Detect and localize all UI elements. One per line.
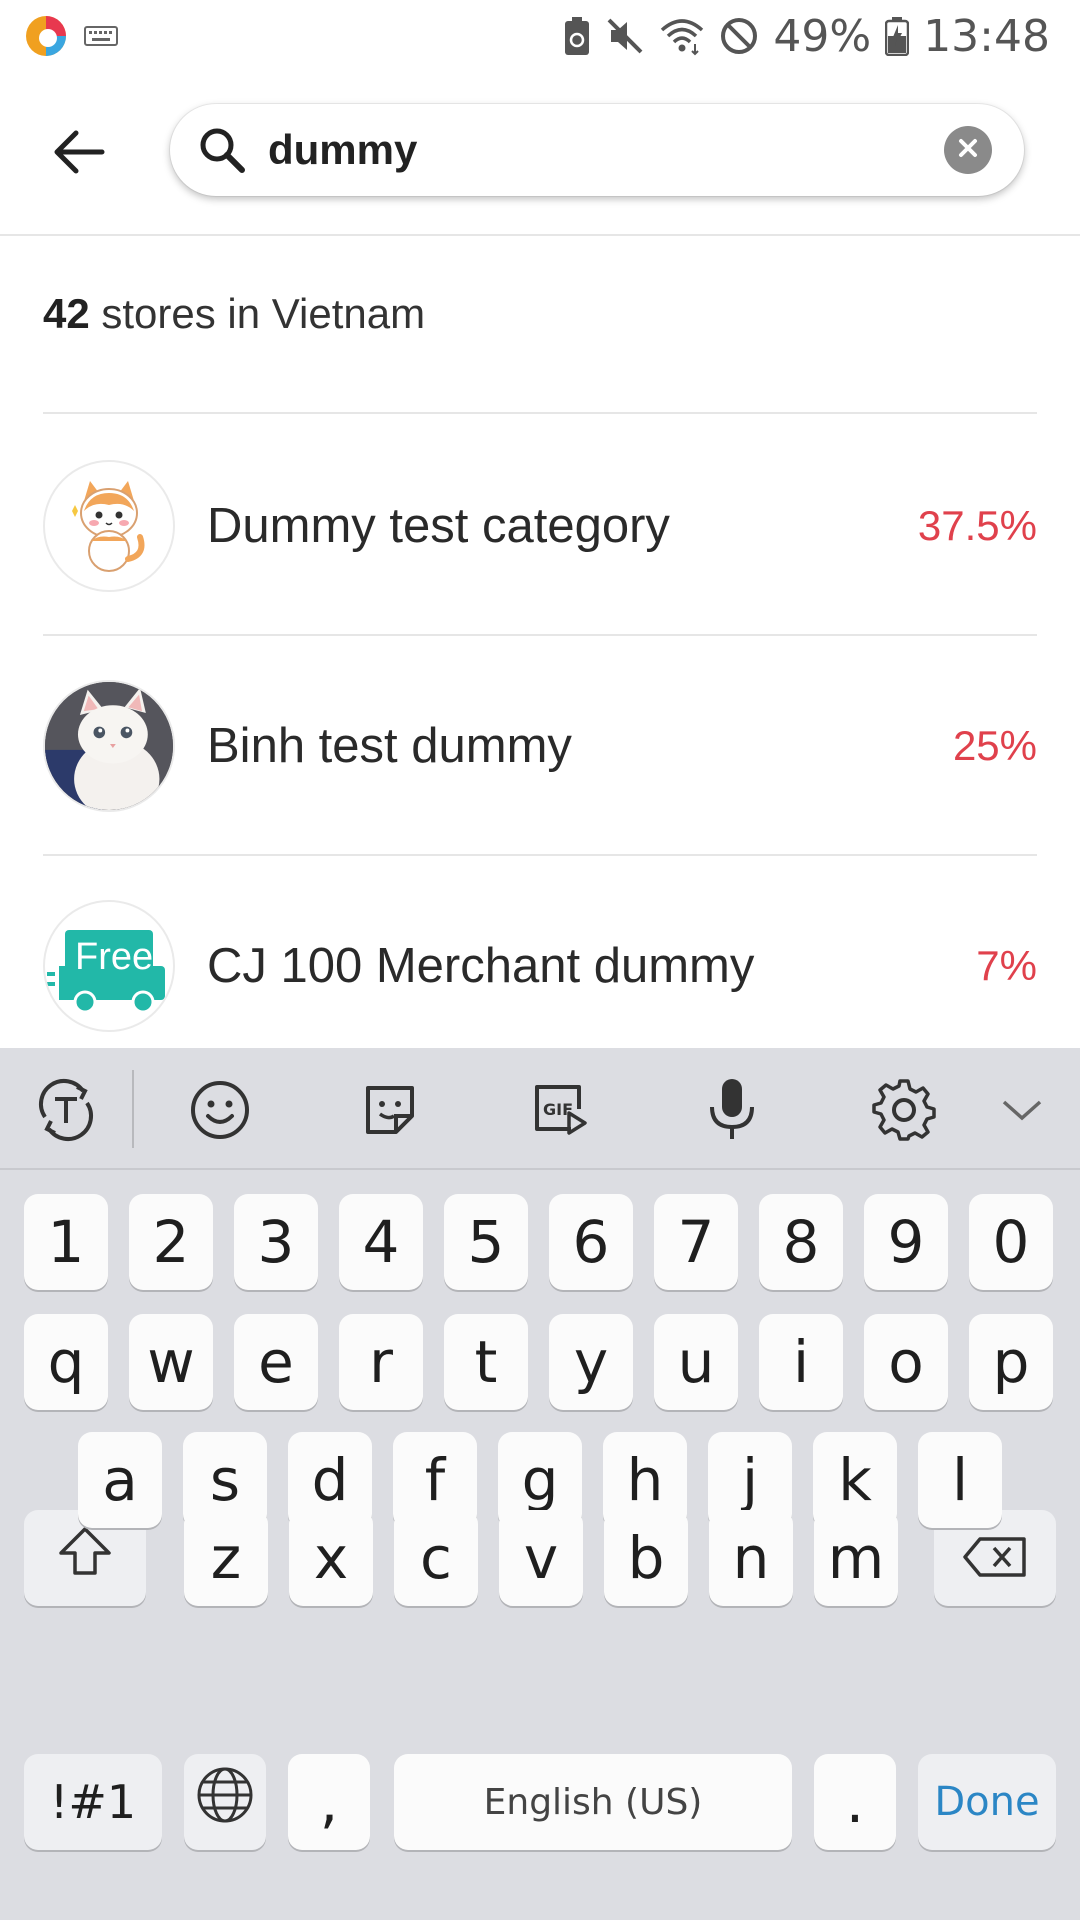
emoji-button[interactable]: [180, 1072, 260, 1152]
clear-search-button[interactable]: [944, 126, 992, 174]
key-z[interactable]: z: [184, 1510, 268, 1606]
key-p[interactable]: p: [969, 1314, 1053, 1410]
results-count: 42 stores in Vietnam: [43, 290, 425, 338]
voice-input-button[interactable]: [692, 1072, 772, 1152]
search-bar[interactable]: [170, 104, 1024, 196]
close-icon: [957, 137, 979, 164]
cashback-rate: 37.5%: [917, 502, 1037, 549]
key-i[interactable]: i: [759, 1314, 843, 1410]
key-m[interactable]: m: [814, 1510, 898, 1606]
store-row-binh-test-dummy[interactable]: Binh test dummy 25%: [43, 636, 1037, 856]
key-9[interactable]: 9: [864, 1194, 948, 1290]
soft-keyboard: GIF !#1 , English (US) . Done 1 2 3 4 5 …: [0, 1048, 1080, 1920]
store-row-dummy-test-category[interactable]: Dummy test category 37.5%: [43, 416, 1037, 636]
emoji-icon: [188, 1078, 252, 1147]
key-0[interactable]: 0: [969, 1194, 1053, 1290]
battery-saver-icon: [563, 16, 591, 56]
store-row-cj-100-merchant-dummy[interactable]: Free CJ 100 Merchant dummy 7%: [43, 856, 1037, 1076]
key-w[interactable]: w: [129, 1314, 213, 1410]
globe-icon: [195, 1765, 255, 1839]
divider: [43, 412, 1037, 414]
arrow-left-icon: [52, 129, 106, 180]
comma-key[interactable]: ,: [288, 1754, 370, 1850]
store-name: Dummy test category: [207, 499, 670, 553]
period-key[interactable]: .: [814, 1754, 896, 1850]
microphone-icon: [705, 1077, 759, 1148]
mute-icon: [605, 16, 645, 56]
sticker-button[interactable]: [350, 1072, 430, 1152]
key-5[interactable]: 5: [444, 1194, 528, 1290]
key-o[interactable]: o: [864, 1314, 948, 1410]
key-l[interactable]: l: [918, 1432, 1002, 1528]
keyboard-settings-button[interactable]: [864, 1072, 944, 1152]
cashback-rate: 25%: [952, 722, 1037, 769]
key-v[interactable]: v: [499, 1510, 583, 1606]
cashback-rate: 7%: [976, 942, 1037, 989]
key-b[interactable]: b: [604, 1510, 688, 1606]
key-u[interactable]: u: [654, 1314, 738, 1410]
battery-icon: [885, 16, 910, 56]
key-r[interactable]: r: [339, 1314, 423, 1410]
white-kitten-photo: [43, 680, 175, 812]
wifi-icon: [659, 16, 705, 56]
search-icon: [196, 124, 248, 181]
gif-button[interactable]: GIF: [520, 1072, 600, 1152]
language-key[interactable]: [184, 1754, 266, 1850]
sticker-icon: [360, 1080, 420, 1145]
key-c[interactable]: c: [394, 1510, 478, 1606]
key-8[interactable]: 8: [759, 1194, 843, 1290]
free-badge-text: Free: [75, 936, 154, 978]
toolbar-separator: [132, 1070, 134, 1148]
cat-cartoon-logo: [43, 460, 175, 592]
store-name: CJ 100 Merchant dummy: [207, 939, 755, 993]
backspace-icon: [962, 1524, 1028, 1592]
text-translate-icon: [33, 1077, 99, 1148]
clock: 13:48: [923, 10, 1050, 62]
collapse-keyboard-button[interactable]: [982, 1072, 1062, 1152]
done-key[interactable]: Done: [918, 1754, 1056, 1850]
gif-icon: GIF: [529, 1079, 591, 1146]
chevron-down-icon: [1000, 1096, 1044, 1129]
results-count-number: 42: [43, 290, 90, 337]
key-3[interactable]: 3: [234, 1194, 318, 1290]
do-not-disturb-icon: [719, 16, 759, 56]
search-header: [0, 72, 1080, 236]
results-count-label: stores in Vietnam: [89, 290, 426, 337]
app-launcher-icon: [24, 14, 68, 58]
keyboard-indicator-icon: [84, 26, 118, 46]
back-button[interactable]: [44, 124, 114, 184]
key-7[interactable]: 7: [654, 1194, 738, 1290]
key-1[interactable]: 1: [24, 1194, 108, 1290]
status-bar: 49% 13:48: [0, 0, 1080, 72]
symbols-key[interactable]: !#1: [24, 1754, 162, 1850]
space-key[interactable]: English (US): [394, 1754, 792, 1850]
gear-icon: [872, 1078, 936, 1147]
text-mode-button[interactable]: [26, 1072, 106, 1152]
key-y[interactable]: y: [549, 1314, 633, 1410]
shift-icon: [57, 1523, 113, 1593]
battery-percent: 49%: [773, 10, 872, 62]
key-6[interactable]: 6: [549, 1194, 633, 1290]
key-q[interactable]: q: [24, 1314, 108, 1410]
key-x[interactable]: x: [289, 1510, 373, 1606]
key-e[interactable]: e: [234, 1314, 318, 1410]
search-input[interactable]: [268, 114, 888, 186]
keyboard-toolbar: GIF: [0, 1048, 1080, 1170]
key-t[interactable]: t: [444, 1314, 528, 1410]
key-a[interactable]: a: [78, 1432, 162, 1528]
store-name: Binh test dummy: [207, 719, 572, 773]
free-delivery-truck-logo: Free: [43, 900, 175, 1032]
key-4[interactable]: 4: [339, 1194, 423, 1290]
key-2[interactable]: 2: [129, 1194, 213, 1290]
key-n[interactable]: n: [709, 1510, 793, 1606]
